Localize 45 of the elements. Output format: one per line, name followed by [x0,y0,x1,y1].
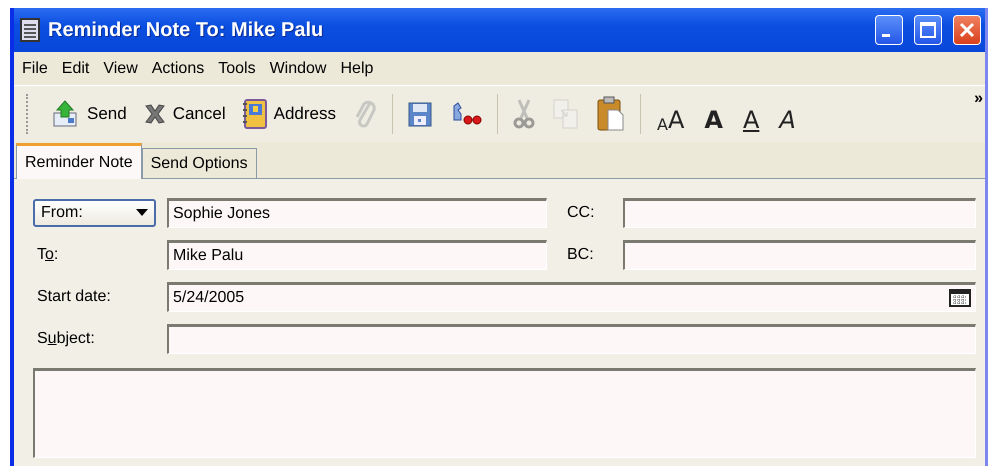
subject-label: Subject: [36,330,96,348]
clipboard-icon [596,96,626,132]
tab[interactable]: Reminder Note [16,143,142,179]
close-icon [958,21,976,39]
underline-button[interactable]: A [732,94,770,134]
menu-item[interactable]: Window [264,60,334,78]
subject-field[interactable] [167,324,976,354]
message-body-field[interactable] [33,368,976,458]
menu-item[interactable]: File [16,60,56,78]
maximize-icon [919,21,937,39]
copy-icon [552,98,580,130]
bc-label: BC: [566,246,595,264]
menu-item[interactable]: Help [334,60,382,78]
address-book-icon [242,98,268,130]
x-icon [142,102,167,126]
from-dropdown[interactable]: From: [33,199,156,227]
minimize-button[interactable] [875,15,903,45]
close-button[interactable] [953,15,981,45]
dropdown-arrow-icon [136,209,148,217]
note-icon [20,18,40,42]
start-date-label: Start date: [36,288,112,306]
address-button[interactable]: Address [234,94,344,134]
menu-item[interactable]: Actions [146,60,212,78]
from-field[interactable]: Sophie Jones [167,198,547,228]
to-field[interactable]: Mike Palu [167,240,547,270]
minimize-icon [882,34,890,37]
send-button[interactable]: Send [43,94,135,134]
cc-label: CC: [566,204,596,222]
toolbar-overflow-button[interactable]: » [974,90,983,108]
bold-button[interactable]: A [694,94,733,134]
start-date-field[interactable]: 5/24/2005 [167,282,976,312]
to-label: To: [36,246,60,264]
cc-field[interactable] [623,198,976,228]
window-title: Reminder Note To: Mike Palu [48,18,324,42]
italic-button[interactable]: A [769,94,806,134]
maximize-button[interactable] [914,15,942,45]
tab[interactable]: Send Options [142,148,257,178]
calendar-icon[interactable] [949,289,971,307]
bc-field[interactable] [623,240,976,270]
menu-item[interactable]: Edit [56,60,98,78]
menu-item[interactable]: Tools [212,60,264,78]
menu-item[interactable]: View [97,60,146,78]
scissors-icon [512,98,536,130]
cancel-button[interactable]: Cancel [134,94,234,134]
font-size-button[interactable]: AA [647,94,694,134]
